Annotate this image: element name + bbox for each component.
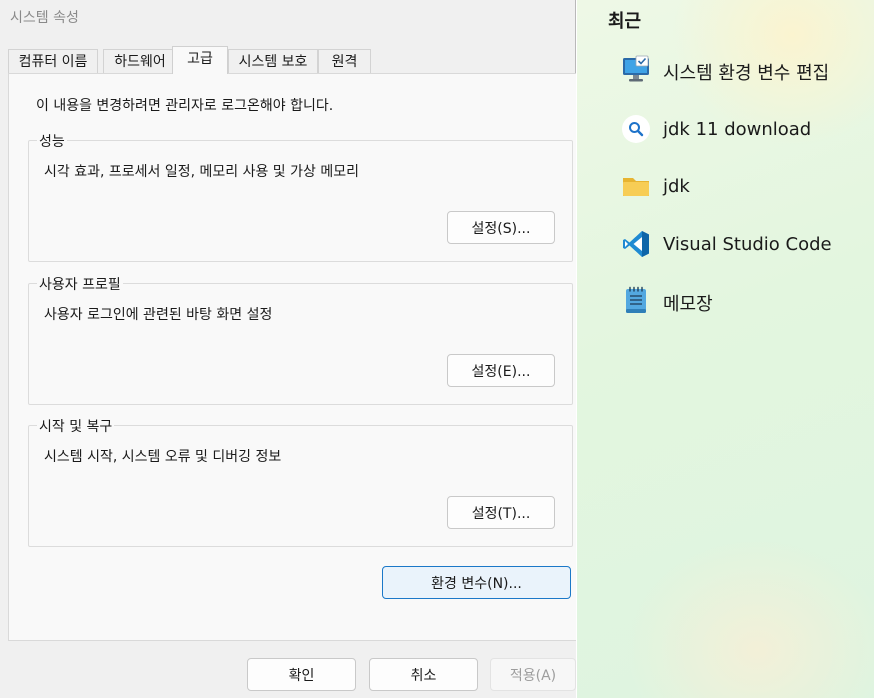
performance-legend: 성능 [37, 131, 67, 151]
recent-item-label: 시스템 환경 변수 편집 [663, 63, 830, 84]
user-profiles-group: 사용자 프로필 사용자 로그인에 관련된 바탕 화면 설정 설정(E)... [28, 274, 573, 405]
environment-variables-button[interactable]: 환경 변수(N)... [382, 566, 571, 599]
system-settings-icon [621, 54, 651, 84]
user-profiles-legend: 사용자 프로필 [37, 274, 123, 294]
performance-settings-button[interactable]: 설정(S)... [447, 211, 555, 244]
user-profiles-description: 사용자 로그인에 관련된 바탕 화면 설정 [44, 307, 273, 323]
tab-strip: 컴퓨터 이름 하드웨어 고급 시스템 보호 원격 [8, 46, 568, 74]
recent-item-jdk-folder[interactable]: jdk [617, 167, 867, 207]
recent-item-notepad[interactable]: 메모장 [617, 281, 867, 321]
tab-remote[interactable]: 원격 [318, 49, 371, 73]
admin-note: 이 내용을 변경하려면 관리자로 로그온해야 합니다. [36, 98, 334, 114]
user-profiles-settings-button[interactable]: 설정(E)... [447, 354, 555, 387]
recent-item-label: jdk 11 download [663, 119, 812, 140]
tab-computer-name[interactable]: 컴퓨터 이름 [8, 49, 98, 73]
vscode-icon [621, 229, 651, 259]
recent-item-vscode[interactable]: Visual Studio Code [617, 225, 867, 265]
recent-item-label: jdk [663, 176, 690, 197]
folder-icon [621, 171, 651, 201]
notepad-icon [621, 285, 651, 315]
startup-recovery-description: 시스템 시작, 시스템 오류 및 디버깅 정보 [44, 449, 282, 465]
recent-item-label: 메모장 [663, 294, 713, 315]
performance-description: 시각 효과, 프로세서 일정, 메모리 사용 및 가상 메모리 [44, 164, 359, 180]
performance-group: 성능 시각 효과, 프로세서 일정, 메모리 사용 및 가상 메모리 설정(S)… [28, 131, 573, 262]
screen: 시스템 속성 컴퓨터 이름 하드웨어 고급 시스템 보호 원격 이 내용을 변경… [0, 0, 874, 698]
tab-hardware[interactable]: 하드웨어 [103, 49, 177, 73]
cancel-button[interactable]: 취소 [369, 658, 478, 691]
startup-recovery-group: 시작 및 복구 시스템 시작, 시스템 오류 및 디버깅 정보 설정(T)... [28, 416, 573, 547]
system-properties-dialog: 시스템 속성 컴퓨터 이름 하드웨어 고급 시스템 보호 원격 이 내용을 변경… [0, 0, 576, 698]
ok-button[interactable]: 확인 [247, 658, 356, 691]
recent-item-jdk-download[interactable]: jdk 11 download [617, 110, 867, 150]
startup-recovery-settings-button[interactable]: 설정(T)... [447, 496, 555, 529]
tab-advanced[interactable]: 고급 [172, 46, 228, 74]
startup-recovery-legend: 시작 및 복구 [37, 416, 115, 436]
dialog-title: 시스템 속성 [10, 10, 79, 26]
recent-pane: 최근 시스템 환경 변수 편집 jdk 11 download jdk Visu… [577, 0, 874, 698]
apply-button[interactable]: 적용(A) [490, 658, 576, 691]
recent-item-system-env-vars[interactable]: 시스템 환경 변수 편집 [617, 50, 867, 90]
tab-system-protection[interactable]: 시스템 보호 [228, 49, 318, 73]
web-search-icon [621, 114, 651, 144]
recent-item-label: Visual Studio Code [663, 234, 832, 255]
recent-heading: 최근 [608, 11, 642, 32]
